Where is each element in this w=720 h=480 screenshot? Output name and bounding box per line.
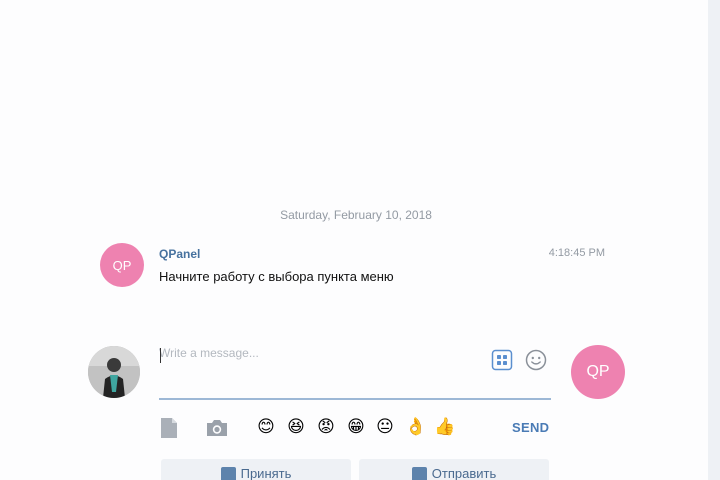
message-input[interactable] [159, 346, 479, 390]
camera-icon[interactable] [205, 416, 229, 440]
emoji-grin-icon[interactable]: 😁 [345, 416, 367, 438]
message-text: Начните работу с выбора пункта меню [159, 269, 394, 284]
attach-file-icon[interactable] [159, 416, 179, 440]
accept-button[interactable]: Принять [161, 459, 351, 480]
send-file-button-label: Отправить [431, 466, 497, 480]
download-icon [220, 467, 236, 480]
accept-button-label: Принять [240, 466, 292, 480]
sticker-grid-icon[interactable] [491, 349, 513, 371]
user-avatar[interactable] [88, 346, 140, 398]
send-button[interactable]: SEND [512, 420, 549, 435]
message-composer [159, 340, 551, 400]
message-sender[interactable]: QPanel [159, 247, 200, 261]
emoji-ok-hand-icon[interactable]: 👌 [405, 416, 427, 438]
text-cursor [160, 348, 161, 363]
page-edge [708, 0, 720, 480]
emoji-laugh-icon[interactable]: 😆 [285, 416, 307, 438]
emoji-angry-icon[interactable]: 😡 [315, 416, 337, 438]
emoji-smile-icon[interactable]: 😊 [255, 416, 277, 438]
avatar: QP [100, 243, 144, 287]
emoji-thumbs-up-icon[interactable]: 👍 [434, 416, 456, 438]
send-file-button[interactable]: Отправить [359, 459, 549, 480]
message-time: 4:18:45 PM [548, 247, 605, 259]
smiley-icon[interactable] [525, 349, 547, 371]
date-separator: Saturday, February 10, 2018 [280, 208, 432, 222]
chat-panel: Saturday, February 10, 2018 QP QPanel 4:… [0, 0, 708, 480]
emoji-neutral-icon[interactable]: 😐 [374, 416, 396, 438]
contact-avatar[interactable]: QP [571, 345, 625, 399]
upload-icon [411, 467, 427, 480]
